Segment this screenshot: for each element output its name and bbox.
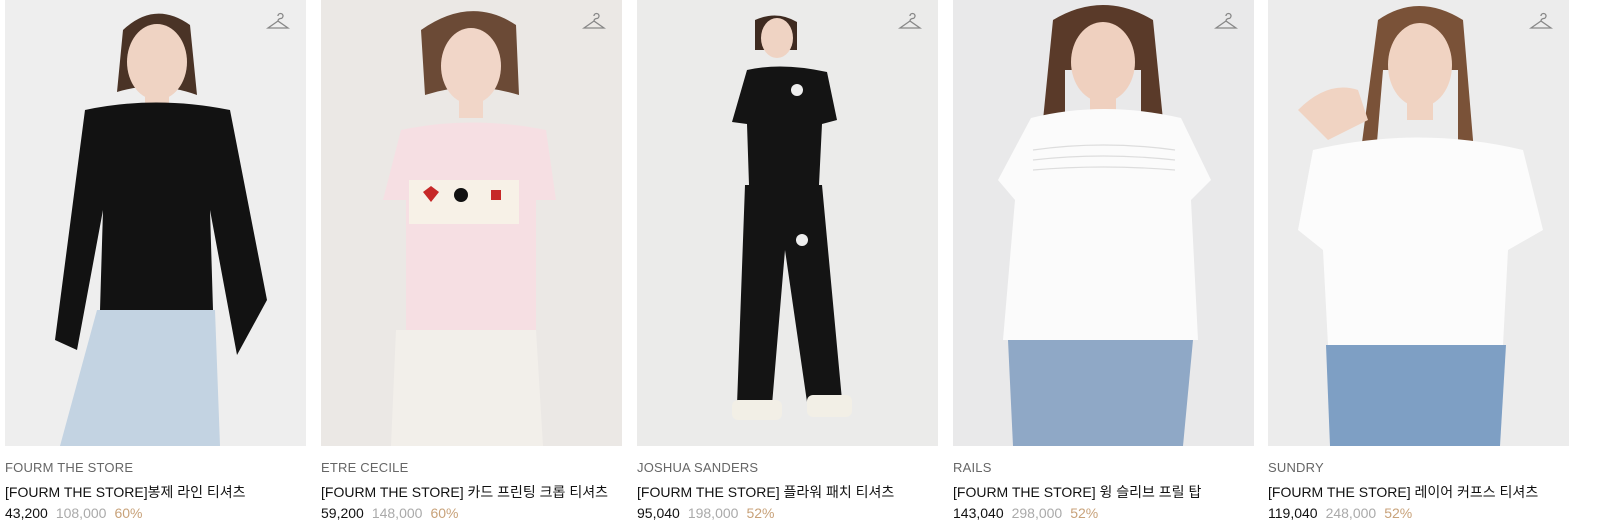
model-photo: [5, 0, 306, 446]
product-prices: 143,040 298,000 52%: [953, 505, 1098, 521]
discount-rate: 52%: [746, 505, 775, 521]
product-brand[interactable]: JOSHUA SANDERS: [637, 460, 758, 475]
product-prices: 59,200 148,000 60%: [321, 505, 458, 521]
product-brand[interactable]: FOURM THE STORE: [5, 460, 133, 475]
original-price: 248,000: [1325, 505, 1377, 521]
product-prices: 43,200 108,000 60%: [5, 505, 142, 521]
hanger-icon[interactable]: [898, 10, 922, 32]
product-card[interactable]: ETRE CECILE [FOURM THE STORE] 카드 프린팅 크롭 …: [321, 0, 622, 525]
hanger-icon[interactable]: [582, 10, 606, 32]
original-price: 198,000: [687, 505, 739, 521]
product-name[interactable]: [FOURM THE STORE] 레이어 커프스 티셔츠: [1268, 482, 1538, 502]
model-photo: [321, 0, 622, 446]
product-card[interactable]: SUNDRY [FOURM THE STORE] 레이어 커프스 티셔츠 119…: [1268, 0, 1569, 525]
original-price: 108,000: [55, 505, 107, 521]
product-grid: FOURM THE STORE [FOURM THE STORE]봉제 라인 티…: [0, 0, 1612, 525]
product-image[interactable]: [321, 0, 622, 446]
product-brand[interactable]: SUNDRY: [1268, 460, 1324, 475]
product-image[interactable]: [5, 0, 306, 446]
product-image[interactable]: [637, 0, 938, 446]
product-card[interactable]: RAILS [FOURM THE STORE] 윙 슬리브 프릴 탑 143,0…: [953, 0, 1254, 525]
sale-price: 95,040: [637, 505, 680, 521]
product-image[interactable]: [953, 0, 1254, 446]
hanger-icon[interactable]: [1529, 10, 1553, 32]
discount-rate: 60%: [430, 505, 459, 521]
product-name[interactable]: [FOURM THE STORE] 카드 프린팅 크롭 티셔츠: [321, 482, 608, 502]
discount-rate: 52%: [1070, 505, 1099, 521]
product-name[interactable]: [FOURM THE STORE] 플라워 패치 티셔츠: [637, 482, 894, 502]
product-brand[interactable]: RAILS: [953, 460, 992, 475]
sale-price: 59,200: [321, 505, 364, 521]
product-prices: 119,040 248,000 52%: [1268, 505, 1412, 521]
sale-price: 43,200: [5, 505, 48, 521]
product-card[interactable]: FOURM THE STORE [FOURM THE STORE]봉제 라인 티…: [5, 0, 306, 525]
product-name[interactable]: [FOURM THE STORE]봉제 라인 티셔츠: [5, 482, 246, 502]
model-photo: [953, 0, 1254, 446]
product-image[interactable]: [1268, 0, 1569, 446]
original-price: 298,000: [1011, 505, 1063, 521]
product-card[interactable]: JOSHUA SANDERS [FOURM THE STORE] 플라워 패치 …: [637, 0, 938, 525]
model-photo: [637, 0, 938, 446]
product-name[interactable]: [FOURM THE STORE] 윙 슬리브 프릴 탑: [953, 482, 1201, 502]
hanger-icon[interactable]: [1214, 10, 1238, 32]
sale-price: 119,040: [1268, 505, 1318, 521]
discount-rate: 52%: [1384, 505, 1413, 521]
product-prices: 95,040 198,000 52%: [637, 505, 774, 521]
model-photo: [1268, 0, 1569, 446]
discount-rate: 60%: [114, 505, 143, 521]
product-brand[interactable]: ETRE CECILE: [321, 460, 408, 475]
sale-price: 143,040: [953, 505, 1004, 521]
hanger-icon[interactable]: [266, 10, 290, 32]
original-price: 148,000: [371, 505, 423, 521]
